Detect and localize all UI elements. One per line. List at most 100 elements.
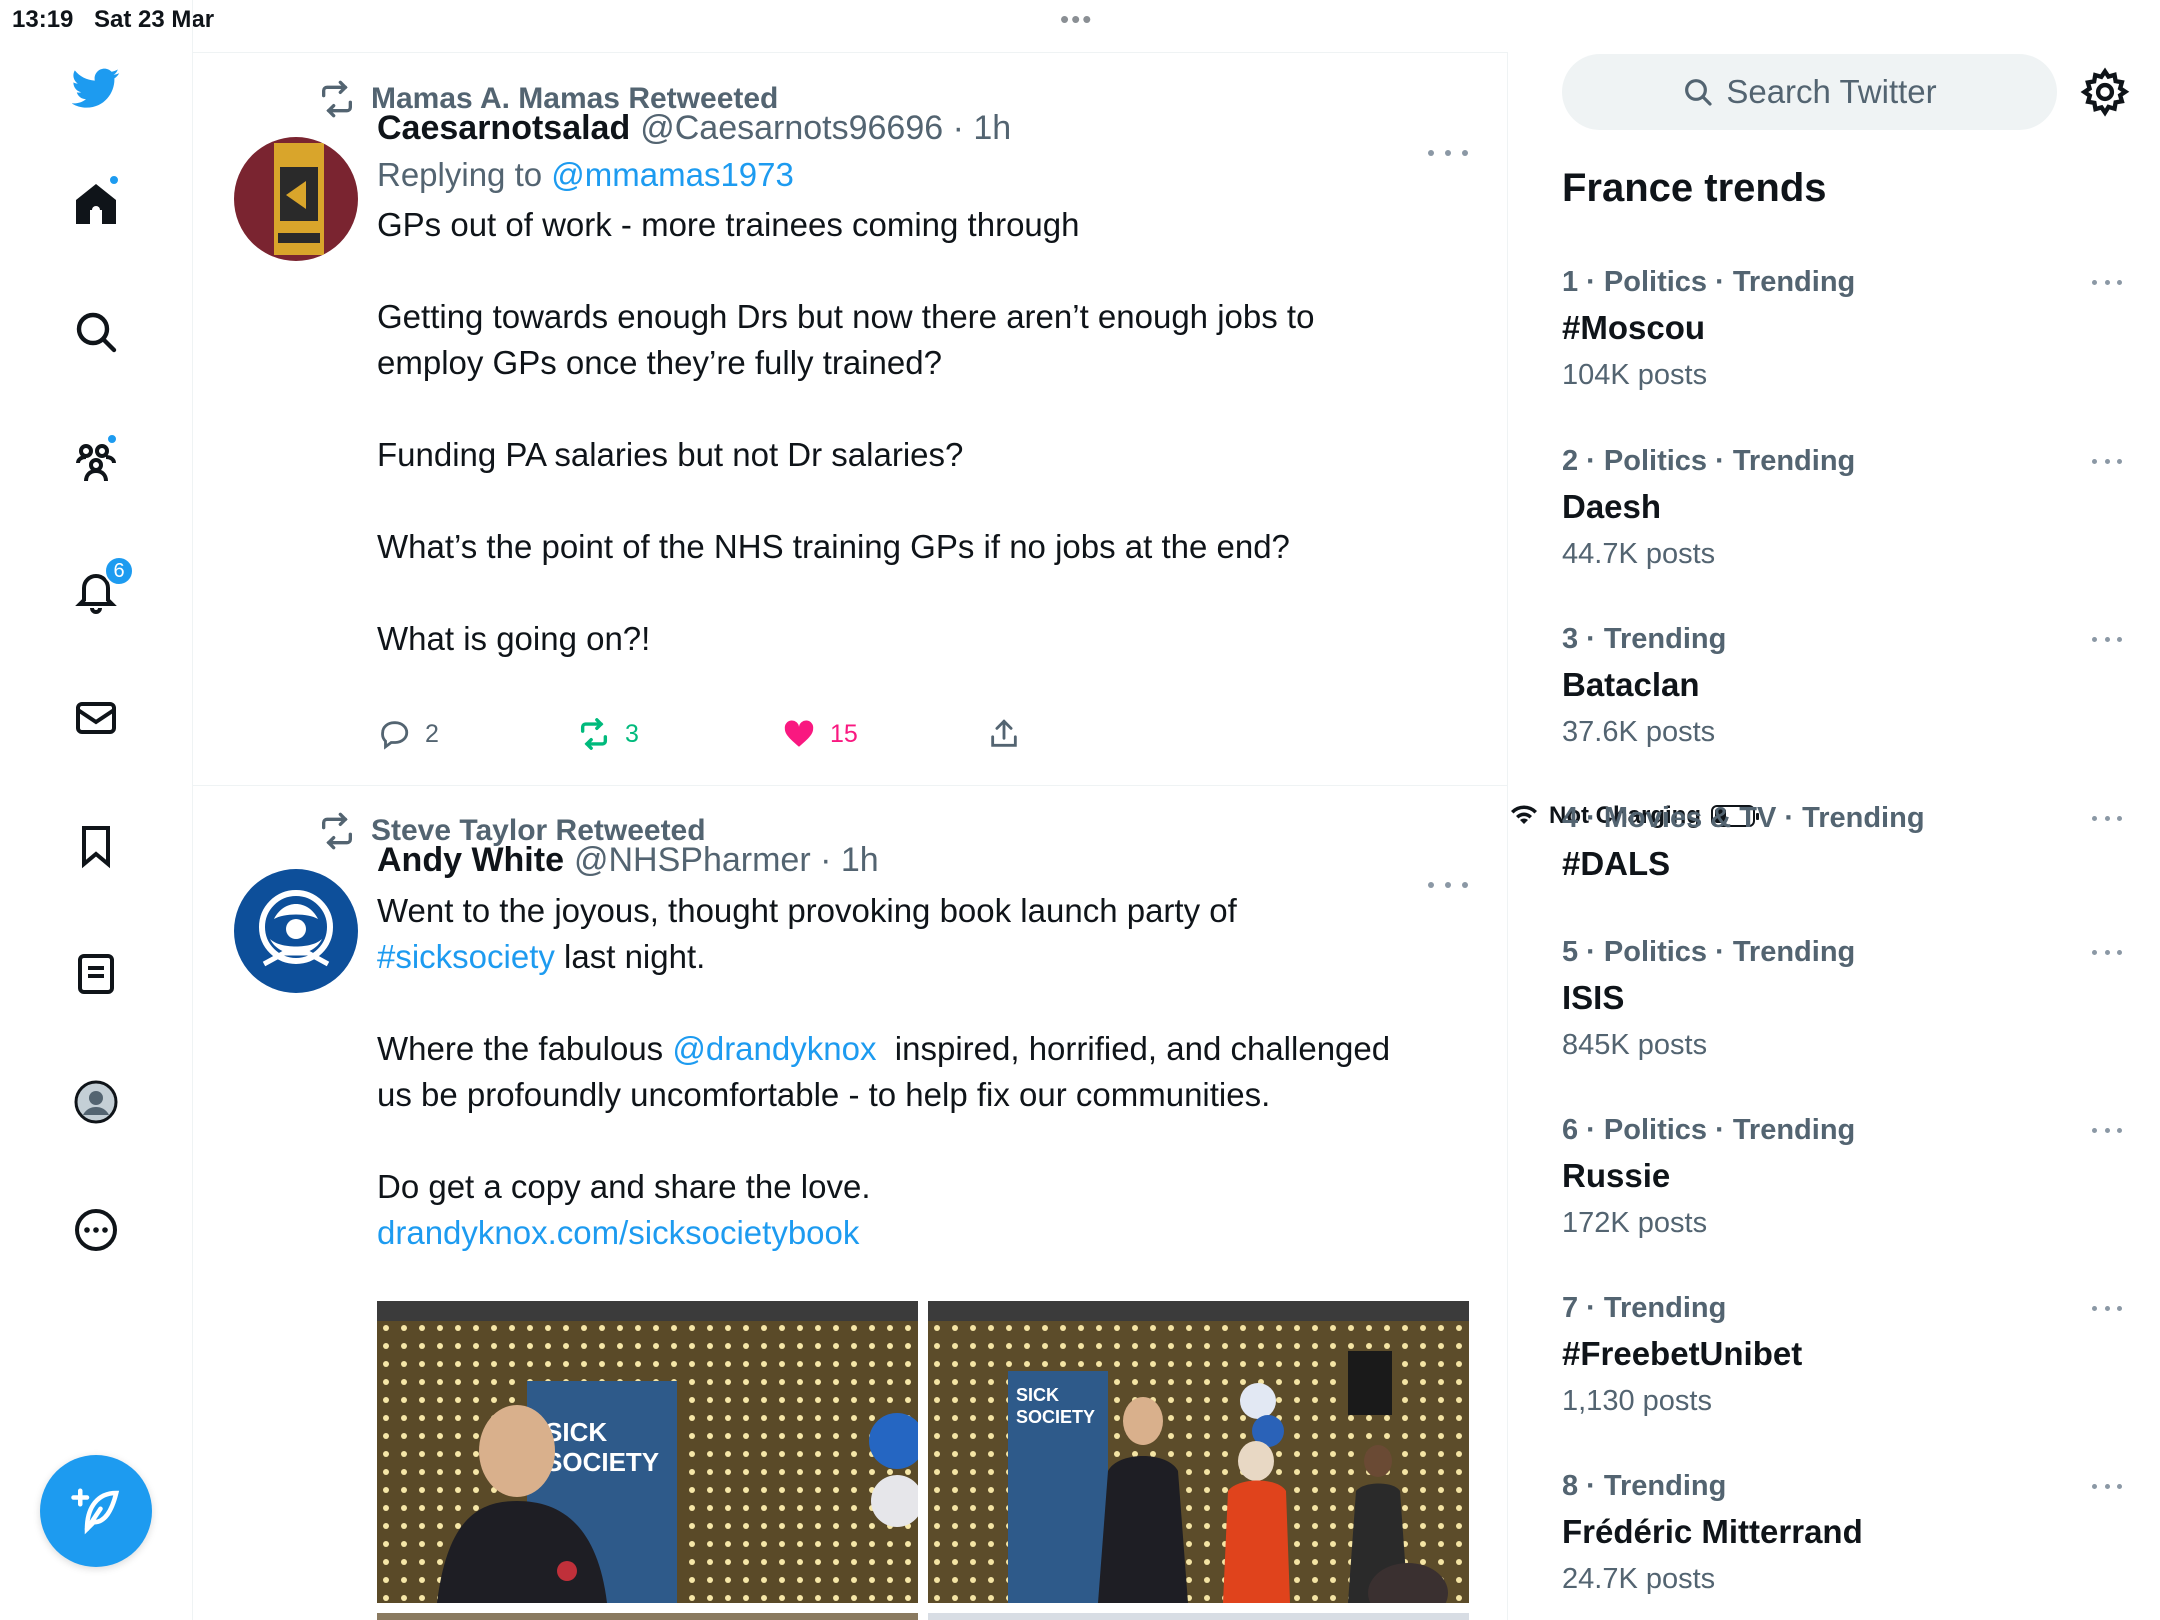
trend-meta: 1 · Politics · Trending <box>1562 266 1856 298</box>
trend-more-button[interactable] <box>2092 950 2122 958</box>
trend-item[interactable]: 3 · Trending Bataclan 37.6K posts <box>1562 623 2122 749</box>
banner-text: SICK <box>1016 1385 1059 1405</box>
tweet-time[interactable]: 1h <box>841 841 879 880</box>
trend-name: #DALS <box>1562 845 1671 882</box>
trend-meta: 7 · Trending <box>1562 1292 1727 1324</box>
heart-icon <box>784 720 814 747</box>
like-button[interactable]: 15 <box>782 717 987 751</box>
communities-unread-dot <box>106 433 118 445</box>
search-icon <box>1685 79 1712 106</box>
author-name[interactable]: Caesarnotsalad <box>377 109 630 148</box>
trend-item[interactable]: 2 · Politics · Trending Daesh 44.7K post… <box>1562 445 2122 571</box>
home-unread-dot <box>108 174 120 186</box>
separator: · <box>943 109 974 147</box>
media-photo[interactable] <box>928 1613 1469 1620</box>
mention-link[interactable]: @drandyknox <box>672 1030 876 1067</box>
trend-more-button[interactable] <box>2092 637 2122 645</box>
trend-count: 845K posts <box>1562 1029 1708 1061</box>
tweet-text-line: employ GPs once they’re fully trained? <box>377 344 942 381</box>
trend-count: 172K posts <box>1562 1207 1708 1239</box>
trends-title: France trends <box>1562 166 1827 210</box>
trend-more-button[interactable] <box>2092 816 2122 824</box>
separator: · <box>810 841 841 879</box>
right-sidebar: Search Twitter France trends 1 · Politic… <box>1509 0 2160 1620</box>
compose-tweet-button[interactable] <box>40 1455 152 1567</box>
trend-more-button[interactable] <box>2092 1484 2122 1492</box>
banner-text: SICK <box>545 1417 607 1447</box>
avatar[interactable] <box>234 137 358 261</box>
reply-button[interactable]: 2 <box>377 717 577 751</box>
trend-item[interactable]: 8 · Trending Frédéric Mitterrand 24.7K p… <box>1562 1470 2122 1596</box>
reply-icon <box>381 721 409 750</box>
tweet-actions: 2 3 15 <box>377 717 1021 751</box>
url-link[interactable]: drandyknox.com/sicksocietybook <box>377 1210 1477 1256</box>
bell-icon[interactable]: 6 <box>62 556 134 624</box>
tweet[interactable]: Mamas A. Mamas Retweeted Caesarnotsalad … <box>193 53 1508 786</box>
trend-item[interactable]: 6 · Politics · Trending Russie 172K post… <box>1562 1114 2122 1240</box>
mail-icon[interactable] <box>62 684 130 752</box>
search-field[interactable]: Search Twitter <box>1562 54 2057 130</box>
tweet-header: Caesarnotsalad @Caesarnots96696 · 1h <box>377 109 1477 148</box>
sidebar: 6 <box>0 0 193 1620</box>
trend-count: 37.6K posts <box>1562 716 1716 748</box>
reply-count: 2 <box>425 719 439 748</box>
bookmark-icon[interactable] <box>62 812 130 880</box>
retweet-icon <box>322 812 352 850</box>
hashtag-link[interactable]: #sicksociety <box>377 938 555 975</box>
tweet[interactable]: Steve Taylor Retweeted Andy White @NHSPh… <box>193 787 1508 1620</box>
notifications-badge: 6 <box>104 556 134 586</box>
like-count: 15 <box>830 719 858 748</box>
retweet-icon <box>322 80 352 118</box>
trend-meta: 3 · Trending <box>1562 623 1727 655</box>
trend-name: Russie <box>1562 1157 1671 1194</box>
avatar[interactable] <box>234 869 358 993</box>
trend-item[interactable]: 7 · Trending #FreebetUnibet 1,130 posts <box>1562 1292 2122 1418</box>
tweet-text-fragment: last night. <box>554 938 706 975</box>
author-handle[interactable]: @Caesarnots96696 <box>640 109 943 148</box>
retweet-count: 3 <box>625 719 639 748</box>
trend-item[interactable]: 4 · Movies & TV · Trending #DALS <box>1562 802 2122 883</box>
search-icon[interactable] <box>62 298 130 366</box>
banner-text: SOCIETY <box>1016 1407 1095 1427</box>
tweet-text-line: Getting towards enough Drs but now there… <box>377 298 1315 335</box>
home-icon[interactable] <box>62 170 130 238</box>
tweet-content: Andy White @NHSPharmer · 1h Went to the … <box>377 841 1477 1256</box>
media-grid: SICK SOCIETY SICK SOCIETY <box>377 1301 1469 1620</box>
retweet-button[interactable]: 3 <box>577 717 782 751</box>
trend-item[interactable]: 1 · Politics · Trending #Moscou 104K pos… <box>1562 266 2122 392</box>
author-name[interactable]: Andy White <box>377 841 564 880</box>
replying-to: Replying to @mmamas1973 <box>377 156 1477 194</box>
trend-more-button[interactable] <box>2092 459 2122 467</box>
list-icon[interactable] <box>62 940 130 1008</box>
trend-more-button[interactable] <box>2092 1128 2122 1136</box>
tweet-time[interactable]: 1h <box>973 109 1011 148</box>
compose-feather-icon <box>71 1488 120 1535</box>
media-photo[interactable]: SICK SOCIETY <box>377 1301 918 1603</box>
trend-name: ISIS <box>1562 979 1625 1016</box>
media-photo[interactable] <box>377 1613 918 1620</box>
trend-count: 24.7K posts <box>1562 1563 1716 1595</box>
tweet-text-line: Funding PA salaries but not Dr salaries? <box>377 436 964 473</box>
timeline-feed[interactable]: Mamas A. Mamas Retweeted Caesarnotsalad … <box>193 52 1508 1620</box>
trend-name: Bataclan <box>1562 666 1700 703</box>
communities-icon[interactable] <box>62 427 130 495</box>
search-placeholder: Search Twitter <box>1726 73 1937 110</box>
trend-item[interactable]: 5 · Politics · Trending ISIS 845K posts <box>1562 936 2122 1062</box>
more-circle-icon[interactable] <box>62 1196 130 1264</box>
tweet-text-line: Where the fabulous @drandyknox inspired,… <box>377 1026 1477 1072</box>
twitter-bird-icon[interactable] <box>62 54 130 122</box>
profile-avatar-icon[interactable] <box>62 1068 130 1136</box>
tweet-text-line: #sicksociety last night. <box>377 934 1477 980</box>
trend-meta: 5 · Politics · Trending <box>1562 936 1856 968</box>
tweet-text-line: Do get a copy and share the love. <box>377 1168 871 1205</box>
share-button[interactable] <box>987 717 1021 751</box>
retweet-icon <box>580 718 608 750</box>
trend-more-button[interactable] <box>2092 1306 2122 1314</box>
multitasking-dots-icon[interactable]: ••• <box>1060 4 1093 35</box>
media-photo[interactable]: SICK SOCIETY <box>928 1301 1469 1603</box>
reply-mention-link[interactable]: @mmamas1973 <box>551 156 794 193</box>
trend-name: Frédéric Mitterrand <box>1562 1513 1863 1550</box>
trend-more-button[interactable] <box>2092 280 2122 288</box>
settings-gear-icon[interactable] <box>2079 66 2131 118</box>
author-handle[interactable]: @NHSPharmer <box>574 841 811 880</box>
